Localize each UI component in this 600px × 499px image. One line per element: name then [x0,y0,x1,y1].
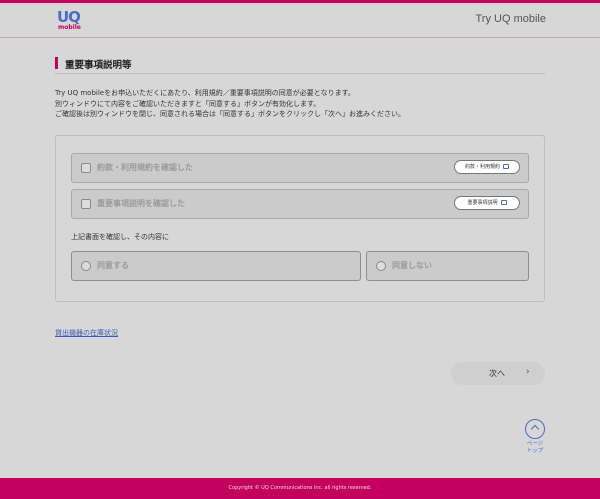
important-matters-checkbox[interactable] [81,199,91,209]
agree-radio-label: 同意する [97,261,129,270]
logo-mobile-text: mobile [58,24,81,31]
copyright-text: Copyright © UQ Communications Inc. all r… [228,485,372,491]
external-link-icon [503,164,509,169]
agree-radio-option[interactable]: 同意する [71,251,361,281]
equipment-stock-link[interactable]: 貸出機器の在庫状況 [55,328,118,338]
terms-link-button[interactable]: 約款・利用規約 [454,160,520,174]
important-matters-checkbox-label: 重要事項説明を確認した [97,199,185,208]
terms-confirm-checkbox-row[interactable]: 約款・利用規約を確認した 約款・利用規約 [71,153,529,183]
terms-link-label: 約款・利用規約 [464,164,500,170]
disagree-radio-option[interactable]: 同意しない [366,251,529,281]
intro-line: 別ウィンドウにて内容をご確認いただきますと「同意する」ボタンが有効化します。 [55,99,321,108]
terms-checkbox-label: 約款・利用規約を確認した [97,163,193,172]
page-top-line1: ページ [526,441,544,447]
chevron-right-icon: › [526,367,530,377]
disagree-radio-label: 同意しない [392,261,432,270]
intro-line: Try UQ mobileをお申込いただくにあたり、利用規約／重要事項説明の同意… [55,89,355,97]
intro-text: Try UQ mobileをお申込いただくにあたり、利用規約／重要事項説明の同意… [55,88,545,120]
next-button-label: 次へ [489,369,505,378]
agree-prompt: 上記書面を確認し、その内容に [71,233,169,241]
page-top-line2: トップ [526,448,544,454]
important-matters-link-label: 重要事項説明 [467,200,498,206]
page-top-label: ページ トップ [522,441,548,455]
agree-radio-button[interactable] [81,261,91,271]
section-heading: 重要事項説明等 [55,56,545,74]
consent-panel: 約款・利用規約を確認した 約款・利用規約 重要事項説明を確認した 重要事項説明 … [55,135,545,302]
page-top-circle [525,419,545,439]
intro-line: ご確認後は別ウィンドウを閉じ、同意される場合は「同意する」ボタンをクリックし「次… [55,110,405,118]
page-top-button[interactable]: ページ トップ [522,419,548,459]
uq-mobile-logo[interactable]: UQ mobile [57,8,85,33]
site-footer: Copyright © UQ Communications Inc. all r… [0,478,600,499]
terms-checkbox[interactable] [81,163,91,173]
external-link-icon [500,200,507,205]
chevron-up-icon [530,424,540,434]
section-heading-bar [55,57,58,69]
section-heading-text: 重要事項説明等 [65,60,132,71]
important-matters-checkbox-row[interactable]: 重要事項説明を確認した 重要事項説明 [71,189,529,219]
site-header: UQ mobile Try UQ mobile [0,3,600,38]
disagree-radio-button[interactable] [376,261,386,271]
header-service-title: Try UQ mobile [475,13,547,25]
important-matters-link-button[interactable]: 重要事項説明 [454,196,520,210]
next-button[interactable]: 次へ › [451,362,545,385]
